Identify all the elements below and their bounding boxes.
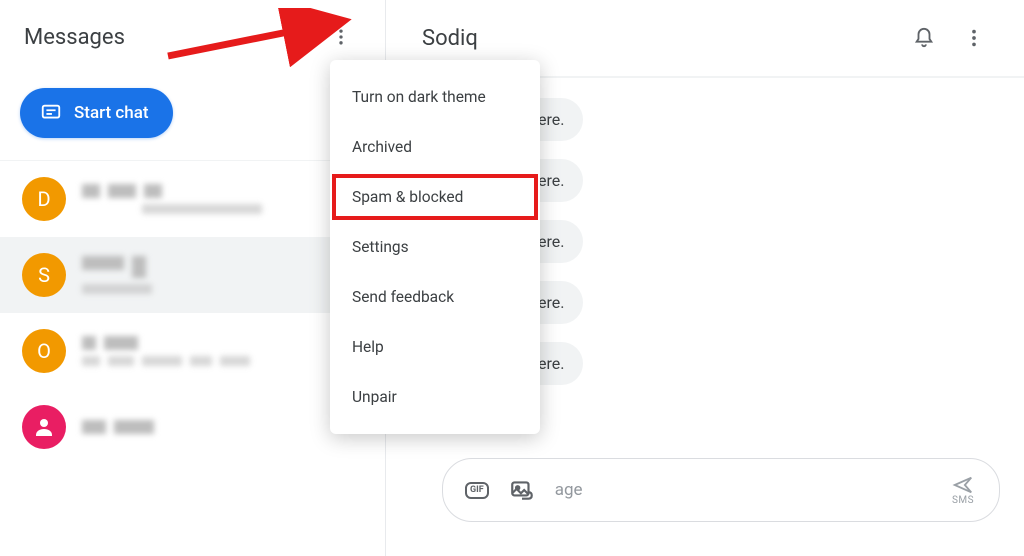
more-vert-icon[interactable] <box>952 16 996 60</box>
conversation-preview <box>82 256 318 294</box>
send-icon <box>949 474 977 496</box>
menu-item-settings[interactable]: Settings <box>330 222 540 272</box>
menu-item-help[interactable]: Help <box>330 322 540 372</box>
avatar <box>22 405 66 449</box>
menu-item-send-feedback[interactable]: Send feedback <box>330 272 540 322</box>
start-chat-button[interactable]: Start chat <box>20 88 173 138</box>
avatar: S <box>22 253 66 297</box>
more-vert-icon[interactable] <box>321 17 361 57</box>
thread-date-separator: /21 <box>506 403 994 419</box>
thread-actions <box>902 16 996 60</box>
send-button[interactable]: SMS <box>949 474 977 506</box>
conversation-preview <box>82 184 318 214</box>
conversation-preview <box>82 420 318 434</box>
composer-placeholder: age <box>555 480 931 500</box>
person-icon <box>32 415 56 439</box>
chat-icon <box>40 102 62 124</box>
sidebar-header: Messages <box>0 0 385 74</box>
avatar: D <box>22 177 66 221</box>
start-chat-label: Start chat <box>74 103 149 123</box>
gif-icon[interactable]: GIF <box>465 482 489 499</box>
contact-name: Sodiq <box>422 26 902 51</box>
overflow-menu: Turn on dark theme Archived Spam & block… <box>330 60 540 434</box>
composer-row: GIF age SMS <box>386 438 1024 556</box>
menu-item-dark-theme[interactable]: Turn on dark theme <box>330 72 540 122</box>
start-chat-row: Start chat <box>0 74 385 161</box>
conversation-item[interactable]: D 8/31 <box>0 161 385 237</box>
attach-image-icon[interactable] <box>507 475 537 505</box>
sidebar: Messages Start chat D 8/31 <box>0 0 386 556</box>
conversation-preview <box>82 336 318 366</box>
notifications-icon[interactable] <box>902 16 946 60</box>
conversation-list: D 8/31 S 8/31 O <box>0 161 385 556</box>
menu-item-archived[interactable]: Archived <box>330 122 540 172</box>
sidebar-title: Messages <box>24 25 321 50</box>
conversation-item[interactable]: 8/22 <box>0 389 385 465</box>
menu-item-unpair[interactable]: Unpair <box>330 372 540 422</box>
conversation-item[interactable]: S 8/31 <box>0 237 385 313</box>
conversation-item[interactable]: O 8/22 <box>0 313 385 389</box>
menu-item-spam-blocked[interactable]: Spam & blocked <box>330 172 540 222</box>
composer[interactable]: GIF age SMS <box>442 458 1000 522</box>
avatar: O <box>22 329 66 373</box>
